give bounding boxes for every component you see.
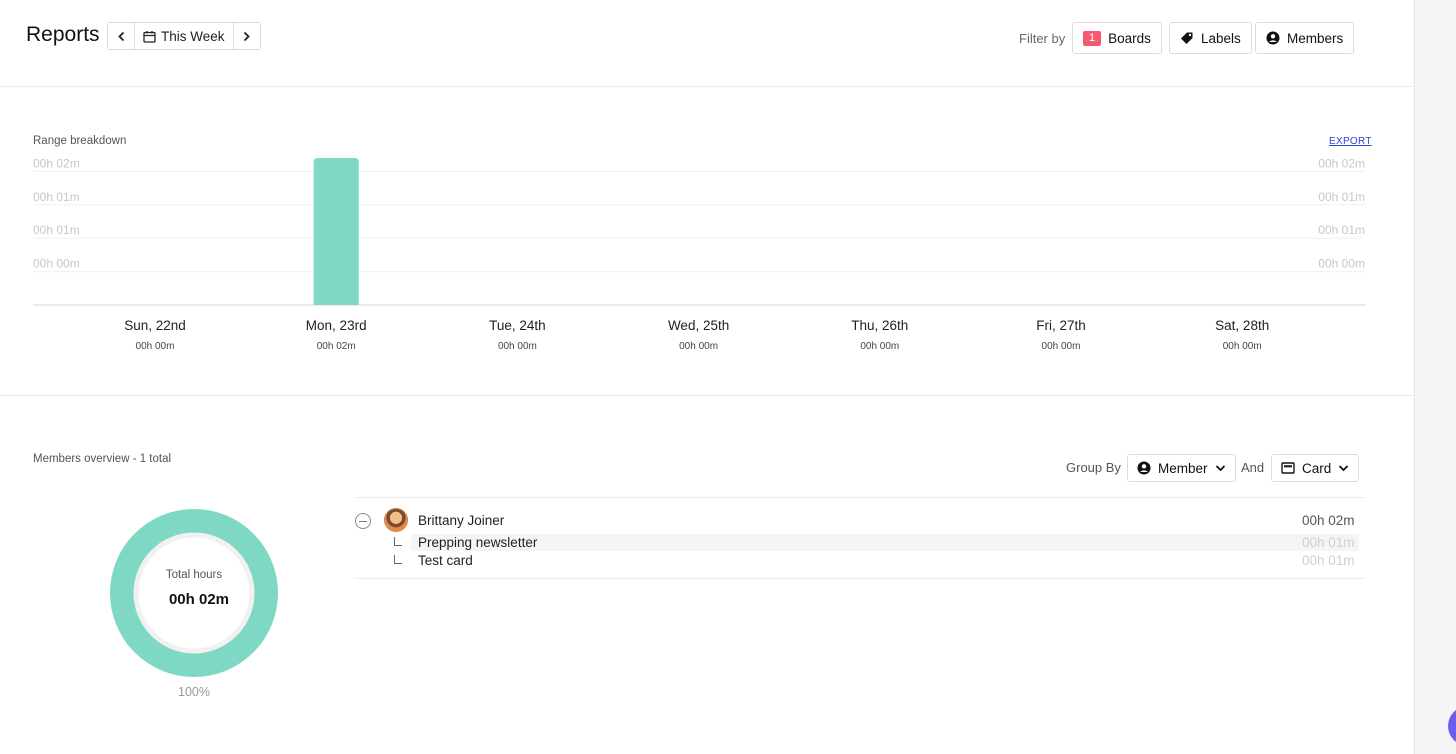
calendar-icon: [143, 30, 156, 43]
filter-labels-label: Labels: [1201, 30, 1241, 46]
y-tick-label-right: 00h 01m: [1318, 223, 1365, 237]
and-card-dropdown[interactable]: Card: [1271, 454, 1360, 482]
chevron-down-icon: [1215, 465, 1225, 472]
x-tick-label: Wed, 25th: [668, 318, 729, 333]
x-tick-label: Thu, 26th: [851, 318, 908, 333]
filter-labels-button[interactable]: Labels: [1169, 22, 1252, 54]
member-name: Brittany Joiner: [418, 513, 505, 528]
y-tick-label-left: 00h 02m: [33, 156, 80, 170]
chart-divider: [0, 395, 1414, 396]
donut-percent: 100%: [178, 685, 210, 699]
filter-by-label: Filter by: [1019, 31, 1066, 46]
reports-page: Reports This Week Filter by 1 Boards Lab…: [0, 0, 1414, 754]
x-tick-label: Tue, 24th: [489, 318, 546, 333]
date-range-button[interactable]: This Week: [134, 23, 234, 49]
x-tick-label: Sun, 22nd: [124, 318, 186, 333]
x-total-label: 00h 00m: [679, 341, 718, 352]
y-tick-label-left: 00h 00m: [33, 257, 80, 271]
x-total-label: 00h 00m: [136, 341, 175, 352]
card-name[interactable]: Prepping newsletter: [418, 535, 537, 550]
y-tick-label-right: 00h 02m: [1318, 156, 1365, 170]
total-hours-value: 00h 02m: [168, 591, 230, 608]
tag-icon: [1181, 32, 1193, 44]
date-range-label: This Week: [161, 28, 225, 44]
previous-range-button[interactable]: [108, 23, 134, 49]
header-divider: [0, 86, 1414, 87]
chart-x-labels: Sun, 22nd 00h 00m Mon, 23rd 00h 02m Tue, 24t…: [124, 318, 1269, 352]
members-overview-label: Members overview - 1 total: [33, 453, 172, 465]
chevron-down-icon: [1339, 465, 1349, 472]
member-total-time: 00h 02m: [1302, 513, 1355, 528]
card-time: 00h 01m: [1302, 535, 1355, 550]
right-side-panel: [1414, 0, 1456, 754]
x-tick-label: Fri, 27th: [1036, 318, 1086, 333]
boards-count-badge: 1: [1083, 30, 1102, 46]
group-by-label: Group By: [1066, 460, 1121, 475]
x-total-label: 00h 00m: [498, 341, 537, 352]
chevron-left-icon: [117, 31, 124, 41]
page-title: Reports: [26, 23, 100, 46]
chart-bar: [313, 158, 359, 305]
chevron-right-icon: [243, 31, 250, 41]
x-total-label: 00h 02m: [317, 341, 356, 352]
total-hours-label: Total hours: [165, 569, 223, 581]
user-circle-icon: [1266, 31, 1280, 45]
x-total-label: 00h 00m: [860, 341, 899, 352]
filter-boards-button[interactable]: 1 Boards: [1072, 22, 1162, 54]
filter-members-button[interactable]: Members: [1255, 22, 1355, 54]
total-hours-donut: Total hours 00h 02m: [109, 508, 279, 678]
x-total-label: 00h 00m: [1223, 341, 1262, 352]
x-tick-label: Sat, 28th: [1215, 318, 1269, 333]
avatar: [384, 508, 408, 532]
chart-y-ticks: 00h 02m 00h 02m 00h 01m 00h 01m 00h 01m 00h 0…: [33, 156, 1365, 270]
group-by-member-dropdown[interactable]: Member: [1127, 454, 1236, 482]
y-tick-label-right: 00h 01m: [1318, 190, 1365, 204]
card-name[interactable]: Test card: [418, 553, 473, 568]
and-value: Card: [1302, 460, 1332, 476]
next-range-button[interactable]: [233, 23, 260, 49]
y-tick-label-left: 00h 01m: [33, 223, 80, 237]
and-label: And: [1241, 460, 1265, 475]
tree-connector: [394, 537, 402, 546]
card-icon: [1281, 462, 1295, 474]
range-breakdown-label: Range breakdown: [33, 135, 127, 147]
y-tick-label-right: 00h 00m: [1318, 257, 1365, 271]
x-tick-label: Mon, 23rd: [306, 318, 367, 333]
card-time: 00h 01m: [1302, 553, 1355, 568]
filter-members-label: Members: [1287, 30, 1344, 46]
group-by-value: Member: [1158, 460, 1208, 476]
export-link[interactable]: EXPORT: [1329, 136, 1372, 147]
collapse-member-button[interactable]: [355, 513, 371, 529]
date-range-navigator: This Week: [107, 22, 261, 50]
row-hover-highlight: [411, 534, 1359, 551]
chart-bars: [313, 158, 359, 305]
range-breakdown-chart: 00h 02m 00h 02m 00h 01m 00h 01m 00h 01m 00h 0…: [33, 156, 1365, 352]
chart-grid: [33, 170, 1365, 306]
tree-connector: [394, 555, 402, 564]
x-total-label: 00h 00m: [1042, 341, 1081, 352]
user-circle-icon: [1137, 461, 1151, 475]
y-tick-label-left: 00h 01m: [33, 190, 80, 204]
filter-boards-label: Boards: [1108, 30, 1151, 46]
